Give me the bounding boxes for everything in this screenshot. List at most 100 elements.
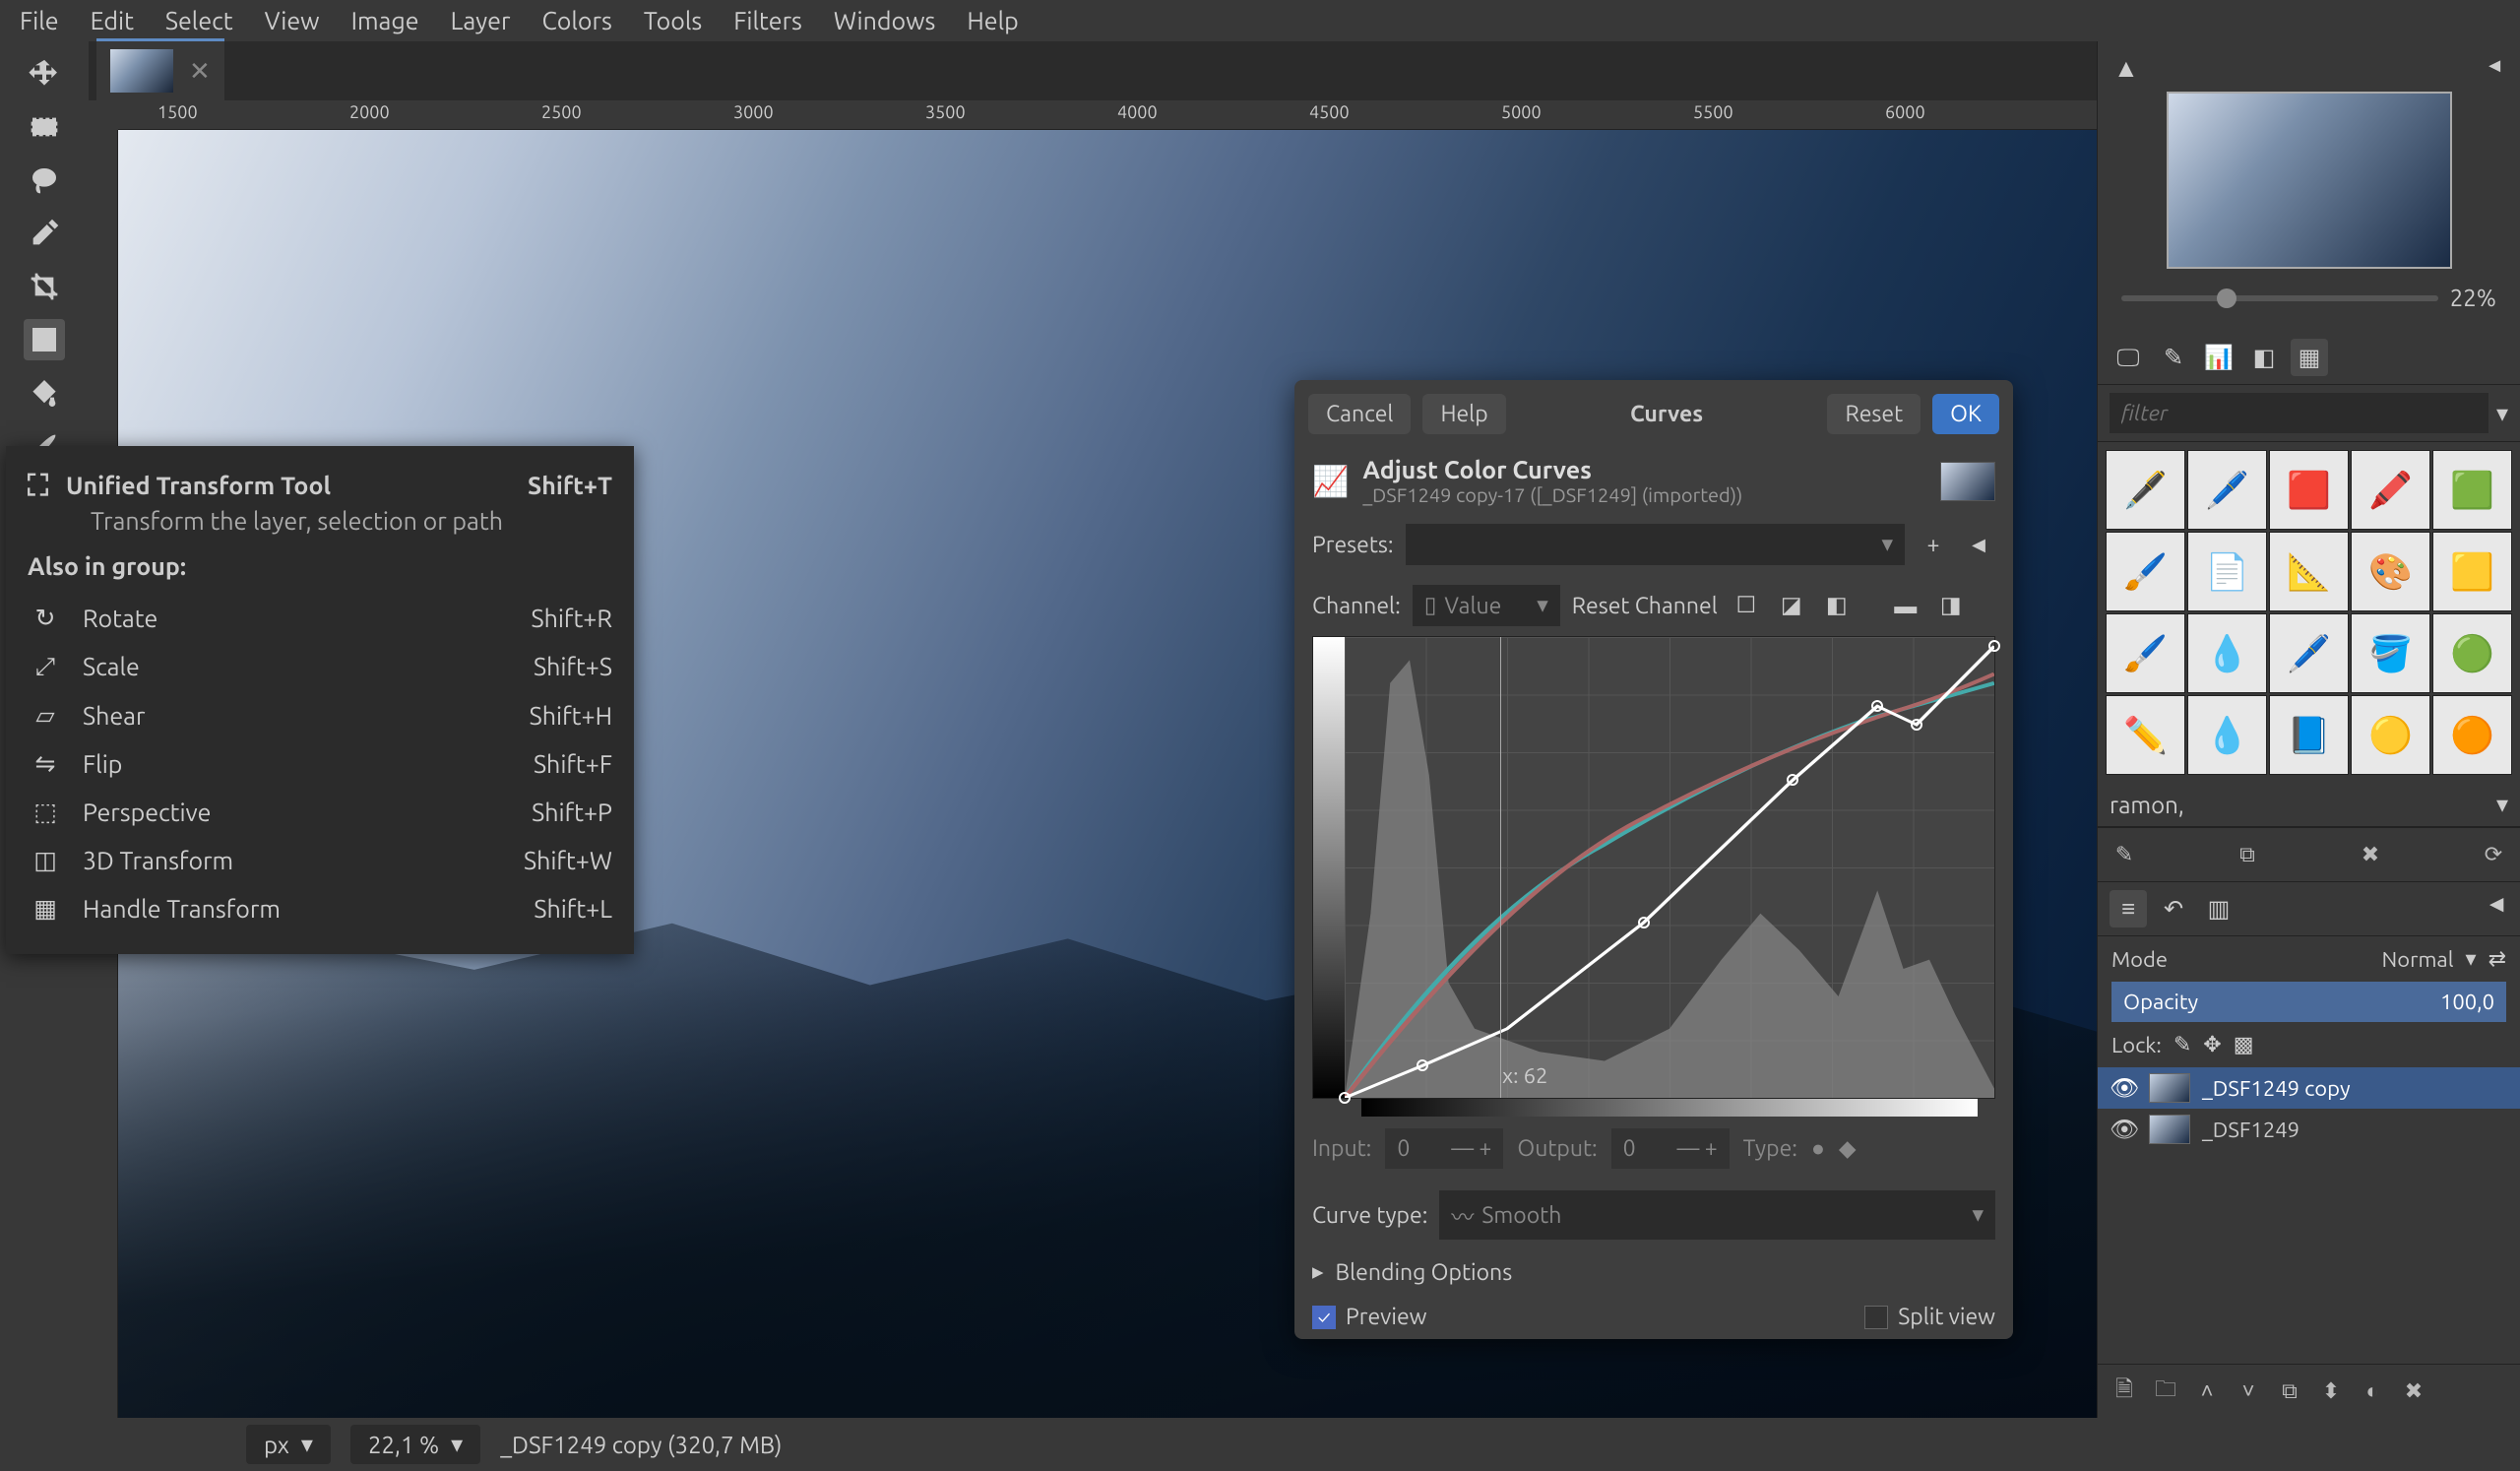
brush-item[interactable]: 📄 <box>2187 532 2267 611</box>
opacity-slider[interactable]: Opacity 100,0 <box>2111 982 2506 1022</box>
menu-help[interactable]: Help <box>951 7 1034 34</box>
brush-item[interactable]: 💧 <box>2187 695 2267 775</box>
filter-dropdown-icon[interactable]: ▾ <box>2496 400 2508 427</box>
new-group-icon[interactable]: 🗀 <box>2149 1375 2182 1408</box>
lock-alpha-icon[interactable]: ▩ <box>2234 1032 2254 1057</box>
undo-tab-icon[interactable]: ↶ <box>2155 890 2192 927</box>
layers-tab-icon[interactable]: ≡ <box>2110 890 2147 927</box>
hist-linear-icon[interactable]: ▬ <box>1889 589 1922 622</box>
layer-row[interactable]: 👁_DSF1249 <box>2098 1109 2520 1150</box>
cancel-button[interactable]: Cancel <box>1308 394 1411 434</box>
preset-menu-icon[interactable]: ◄ <box>1962 528 1995 561</box>
point-type-corner-icon[interactable]: ◆ <box>1839 1136 1857 1162</box>
lower-layer-icon[interactable]: ˅ <box>2232 1375 2265 1408</box>
visibility-icon[interactable]: 👁 <box>2110 1116 2137 1143</box>
splitview-checkbox[interactable] <box>1864 1306 1888 1329</box>
brush-selected-row[interactable]: ramon, ▾ <box>2098 783 2520 827</box>
preset-add-icon[interactable]: + <box>1917 528 1950 561</box>
histogram-tab-icon[interactable]: 📊 <box>2200 339 2237 376</box>
menu-filters[interactable]: Filters <box>718 7 818 34</box>
reset-channel-button[interactable]: Reset Channel <box>1572 594 1718 618</box>
mask-layer-icon[interactable]: ◐ <box>2356 1375 2389 1408</box>
menu-edit[interactable]: Edit <box>75 7 150 34</box>
menu-file[interactable]: File <box>4 7 75 34</box>
channels-tab-icon[interactable]: ▥ <box>2200 890 2237 927</box>
brush-item[interactable]: 🖌️ <box>2106 532 2185 611</box>
brush-item[interactable]: 🖋️ <box>2106 450 2185 530</box>
zoom-slider[interactable] <box>2121 295 2438 301</box>
lasso-tool[interactable] <box>24 160 65 201</box>
brush-dropdown-icon[interactable]: ▾ <box>2496 791 2508 818</box>
crop-tool[interactable] <box>24 266 65 307</box>
brush-item[interactable]: 🖌️ <box>2106 613 2185 693</box>
close-tab-icon[interactable]: ✕ <box>189 56 211 87</box>
brush-refresh-icon[interactable]: ⟳ <box>2477 838 2510 871</box>
brush-item[interactable]: 🪣 <box>2351 613 2430 693</box>
menu-windows[interactable]: Windows <box>818 7 951 34</box>
curvetype-select[interactable]: 〰Smooth▾ <box>1439 1190 1995 1240</box>
document-tab[interactable]: ✕ <box>96 38 224 100</box>
point-type-smooth-icon[interactable]: ● <box>1811 1135 1825 1162</box>
duplicate-layer-icon[interactable]: ⧉ <box>2273 1375 2306 1408</box>
tool-options-tab-icon[interactable]: ✎ <box>2155 339 2192 376</box>
brushes-tab-icon[interactable]: ▦ <box>2291 339 2328 376</box>
layer-row[interactable]: 👁_DSF1249 copy <box>2098 1067 2520 1109</box>
panel-config-icon[interactable]: ◄ <box>2485 890 2508 927</box>
curve-log-icon[interactable]: ◪ <box>1775 589 1808 622</box>
curve-type3-icon[interactable]: ◧ <box>1820 589 1854 622</box>
brush-item[interactable]: 🟠 <box>2432 695 2512 775</box>
brush-item[interactable]: 🖊️ <box>2269 613 2349 693</box>
lock-paint-icon[interactable]: ✎ <box>2174 1032 2191 1057</box>
reset-button[interactable]: Reset <box>1827 394 1921 434</box>
menu-select[interactable]: Select <box>150 7 249 34</box>
nav-config-icon[interactable]: ◄ <box>2485 53 2504 84</box>
menu-view[interactable]: View <box>249 7 336 34</box>
visibility-icon[interactable]: 👁 <box>2110 1074 2137 1102</box>
menu-layer[interactable]: Layer <box>435 7 527 34</box>
mode-value[interactable]: Normal <box>2382 947 2454 972</box>
move-tool[interactable] <box>24 53 65 95</box>
zoom-select[interactable]: 22,1 %▾ <box>350 1425 480 1464</box>
mode-switch-icon[interactable]: ⇄ <box>2488 946 2506 972</box>
brush-item[interactable]: 🟢 <box>2432 613 2512 693</box>
brush-item[interactable]: 🟡 <box>2351 695 2430 775</box>
ok-button[interactable]: OK <box>1932 394 1999 434</box>
lock-move-icon[interactable]: ✥ <box>2203 1032 2221 1057</box>
brush-item[interactable]: 🟨 <box>2432 532 2512 611</box>
curve-linear-icon[interactable]: ☐ <box>1730 589 1763 622</box>
preview-checkbox[interactable]: ✓ <box>1312 1306 1336 1329</box>
brush-item[interactable]: 🖍️ <box>2351 450 2430 530</box>
rect-select-tool[interactable] <box>24 106 65 148</box>
brush-item[interactable]: 📐 <box>2269 532 2349 611</box>
raise-layer-icon[interactable]: ˄ <box>2190 1375 2224 1408</box>
input-value[interactable]: 0— + <box>1385 1128 1503 1169</box>
new-layer-icon[interactable]: 🗎 <box>2108 1375 2141 1408</box>
merge-layer-icon[interactable]: ⬍ <box>2314 1375 2348 1408</box>
blending-options-toggle[interactable]: ▸Blending Options <box>1294 1249 2013 1295</box>
presets-select[interactable]: ▾ <box>1406 524 1905 565</box>
menu-image[interactable]: Image <box>336 7 435 34</box>
mode-dropdown-icon[interactable]: ▾ <box>2466 946 2477 972</box>
output-value[interactable]: 0— + <box>1611 1128 1730 1169</box>
color-picker-tool[interactable] <box>24 213 65 254</box>
brush-item[interactable]: 🟥 <box>2269 450 2349 530</box>
brush-filter-input[interactable] <box>2110 393 2488 433</box>
brush-item[interactable]: 🎨 <box>2351 532 2430 611</box>
delete-layer-icon[interactable]: ✖ <box>2397 1375 2430 1408</box>
transform-tool[interactable] <box>24 319 65 360</box>
brush-item[interactable]: ✏️ <box>2106 695 2185 775</box>
nav-thumbnail[interactable] <box>2167 92 2452 269</box>
menu-tools[interactable]: Tools <box>628 7 718 34</box>
brush-item[interactable]: 💧 <box>2187 613 2267 693</box>
brush-edit-icon[interactable]: ✎ <box>2108 838 2141 871</box>
brush-delete-icon[interactable]: ✖ <box>2354 838 2387 871</box>
brush-item[interactable]: 🖊️ <box>2187 450 2267 530</box>
brush-item[interactable]: 🟩 <box>2432 450 2512 530</box>
help-button[interactable]: Help <box>1422 394 1505 434</box>
brush-duplicate-icon[interactable]: ⧉ <box>2231 838 2264 871</box>
curve-graph[interactable]: x: 62 <box>1312 636 1995 1099</box>
menu-colors[interactable]: Colors <box>526 7 627 34</box>
brush-item[interactable]: 📘 <box>2269 695 2349 775</box>
unit-select[interactable]: px▾ <box>246 1425 331 1464</box>
hist-log-icon[interactable]: ◨ <box>1934 589 1968 622</box>
